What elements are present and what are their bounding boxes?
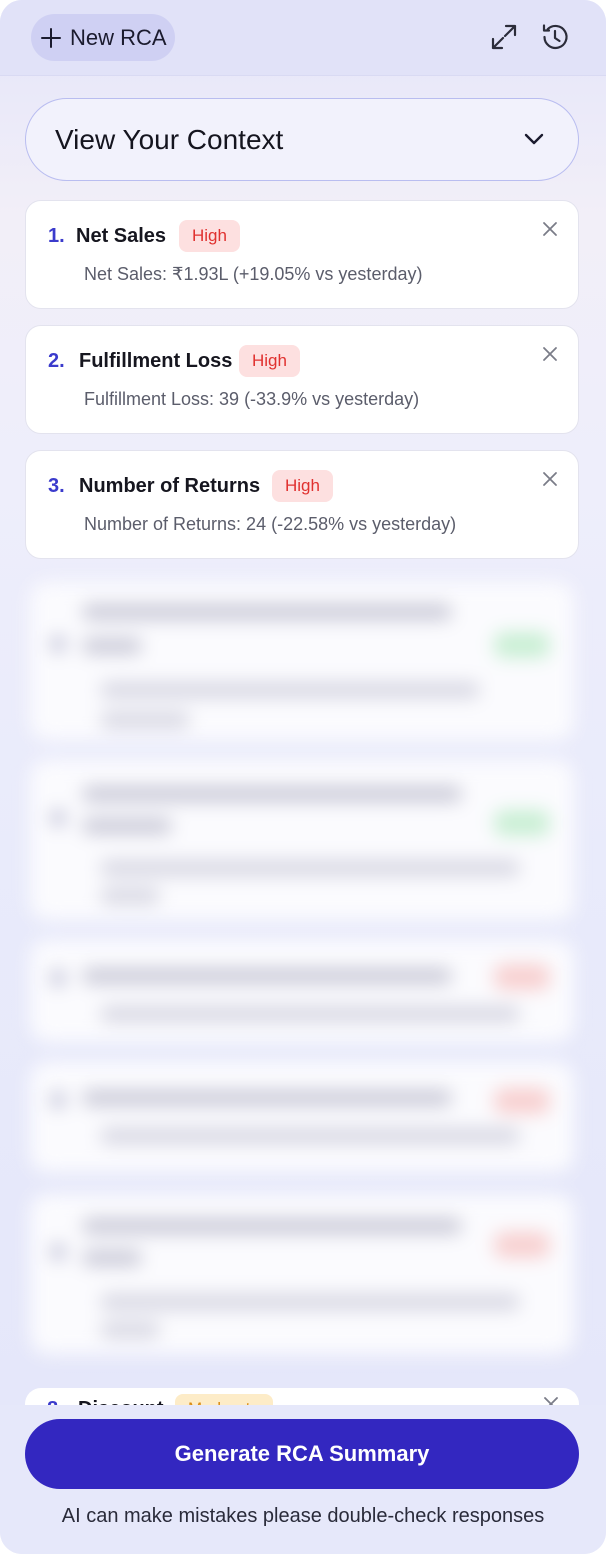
plus-icon — [41, 27, 61, 48]
new-rca-label: New RCA — [70, 24, 167, 50]
blurred-card — [30, 760, 574, 920]
card-title: Number of Returns — [79, 475, 261, 497]
card-number: 3. — [48, 475, 65, 497]
rca-panel: New RCA View Your Context 1. Net Sales H… — [0, 0, 606, 1554]
ai-disclaimer: AI can make mistakes please double-check… — [61, 1505, 545, 1527]
generate-rca-summary-button[interactable]: Generate RCA Summary — [25, 1419, 579, 1489]
expand-icon[interactable] — [487, 20, 521, 54]
blurred-card — [30, 582, 574, 740]
blurred-card — [30, 940, 574, 1042]
severity-badge: High — [272, 470, 333, 502]
card-number: 1. — [48, 225, 65, 247]
severity-badge: High — [239, 345, 300, 377]
blurred-card — [30, 1194, 574, 1354]
card-description: Net Sales: ₹1.93L (+19.05% vs yesterday) — [84, 264, 423, 284]
blurred-cards — [0, 568, 606, 1408]
chevron-down-icon — [524, 133, 544, 145]
card-title: Fulfillment Loss — [79, 350, 233, 372]
card-title: Net Sales — [76, 225, 167, 247]
close-icon[interactable] — [540, 469, 560, 489]
new-rca-button[interactable]: New RCA — [31, 14, 175, 61]
card-number: 2. — [48, 350, 65, 372]
blurred-card — [30, 1062, 574, 1172]
view-context-dropdown[interactable]: View Your Context — [25, 98, 579, 181]
close-icon[interactable] — [540, 219, 560, 239]
history-icon[interactable] — [538, 20, 572, 54]
close-icon[interactable] — [540, 344, 560, 364]
context-card: 1. Net Sales High Net Sales: ₹1.93L (+19… — [25, 200, 579, 309]
card-description: Fulfillment Loss: 39 (-33.9% vs yesterda… — [84, 389, 420, 409]
view-context-label: View Your Context — [55, 123, 284, 155]
header: New RCA — [0, 0, 606, 76]
card-description: Number of Returns: 24 (-22.58% vs yester… — [84, 514, 457, 534]
severity-badge: High — [179, 220, 240, 252]
context-card: 3. Number of Returns High Number of Retu… — [25, 450, 579, 559]
context-card: 2. Fulfillment Loss High Fulfillment Los… — [25, 325, 579, 434]
